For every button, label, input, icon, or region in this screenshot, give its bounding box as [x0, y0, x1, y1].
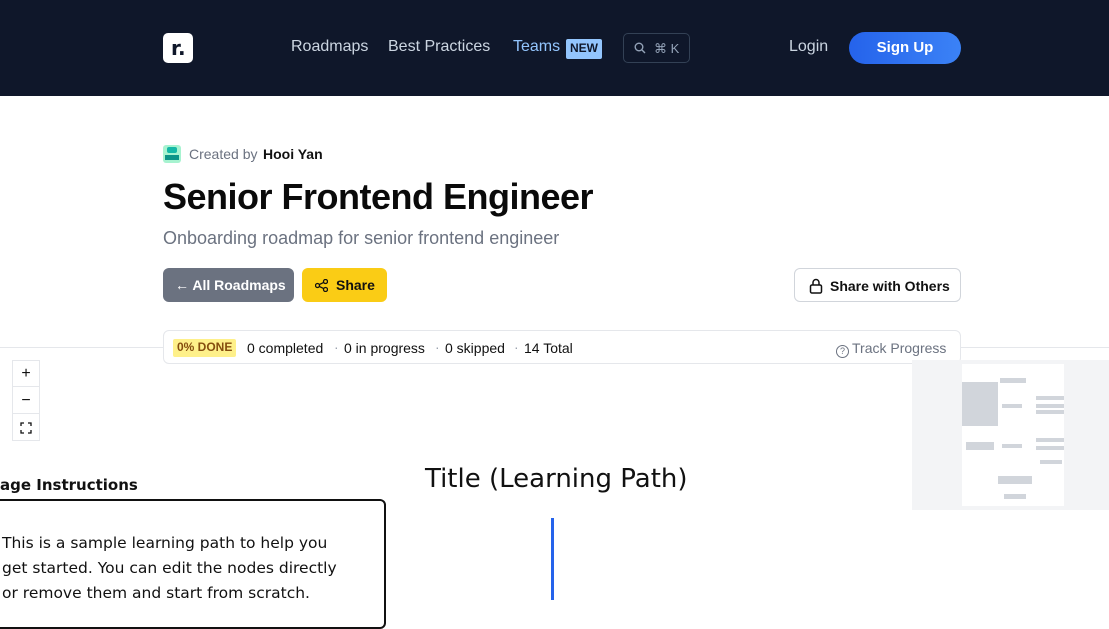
usage-instructions-text: This is a sample learning path to help y… — [2, 534, 337, 602]
minimap-viewport — [962, 364, 1064, 506]
progress-bar: 0% DONE 0 completed · 0 in progress · 0 … — [163, 330, 961, 364]
done-percent-badge: 0% DONE — [173, 339, 237, 357]
zoom-in-button[interactable]: + — [13, 361, 39, 387]
search-icon — [634, 42, 646, 54]
roadmap-connector-line — [551, 518, 554, 600]
roadmap-logo[interactable]: r. — [163, 33, 193, 63]
command-search-button[interactable]: ⌘ K — [623, 33, 690, 63]
page-subtitle: Onboarding roadmap for senior frontend e… — [163, 228, 560, 248]
fit-view-icon — [20, 422, 32, 434]
separator-dot: · — [514, 339, 519, 355]
new-badge: NEW — [566, 39, 602, 59]
nav-link-teams[interactable]: Teams — [513, 38, 560, 56]
track-progress-label: Track Progress — [852, 340, 947, 356]
all-roadmaps-button[interactable]: ← All Roadmaps — [163, 268, 294, 302]
shortcut-keys: ⌘ K — [654, 41, 680, 56]
login-link[interactable]: Login — [789, 38, 828, 56]
completed-count: 0 completed — [247, 340, 324, 356]
nav-link-best-practices[interactable]: Best Practices — [388, 38, 490, 56]
creator-name[interactable]: Hooi Yan — [263, 146, 323, 162]
logo-glyph: r. — [171, 36, 186, 60]
share-with-others-button[interactable]: Share with Others — [794, 268, 961, 302]
nav-link-roadmaps[interactable]: Roadmaps — [291, 38, 368, 56]
usage-instructions-title: age Instructions — [0, 476, 138, 494]
zoom-controls: + − — [12, 360, 40, 441]
share-icon — [315, 279, 328, 292]
track-progress-link[interactable]: ? Track Progress — [836, 340, 946, 358]
separator-dot: · — [334, 339, 339, 355]
lock-icon — [809, 278, 823, 294]
share-with-others-label: Share with Others — [830, 278, 950, 294]
learning-path-title: Title (Learning Path) — [425, 464, 688, 494]
question-icon: ? — [836, 345, 849, 358]
usage-instructions-box[interactable]: This is a sample learning path to help y… — [0, 499, 386, 629]
in-progress-count: 0 in progress — [344, 340, 425, 356]
fit-view-button[interactable] — [13, 415, 39, 441]
minimap[interactable] — [912, 360, 1109, 510]
zoom-out-button[interactable]: − — [13, 388, 39, 414]
creator-avatar — [163, 145, 181, 163]
page-title: Senior Frontend Engineer — [163, 176, 594, 217]
total-count: 14 Total — [524, 340, 573, 356]
top-navigation: r. Roadmaps Best Practices Teams NEW ⌘ K… — [0, 0, 1109, 96]
created-by-label: Created by — [189, 146, 258, 162]
signup-button[interactable]: Sign Up — [849, 32, 961, 64]
share-label: Share — [336, 277, 375, 293]
skipped-count: 0 skipped — [445, 340, 505, 356]
share-button[interactable]: Share — [302, 268, 387, 302]
separator-dot: · — [435, 339, 440, 355]
